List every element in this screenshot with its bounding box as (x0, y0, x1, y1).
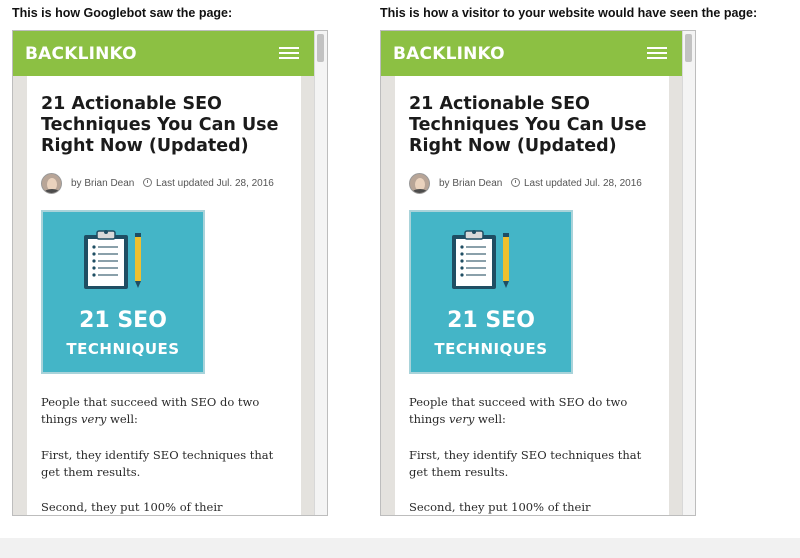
article-title: 21 Actionable SEO Techniques You Can Use… (41, 94, 279, 156)
body-paragraph: First, they identify SEO techniques that… (41, 448, 274, 479)
emphasis-text: very (81, 412, 107, 426)
body-paragraph: Second, they put 100% of their resources… (409, 500, 591, 514)
scrollbar-thumb[interactable] (317, 34, 324, 62)
clipboard-icon (84, 230, 141, 289)
body-paragraph: People that succeed with SEO do two thin… (41, 395, 260, 426)
author-avatar (409, 173, 430, 194)
author-name[interactable]: by Brian Dean (439, 178, 502, 189)
clock-icon (143, 178, 152, 187)
site-logo[interactable]: BACKLINKO (25, 44, 137, 64)
author-avatar (41, 173, 62, 194)
hero-image: 21 SEO TECHNIQUES (409, 210, 573, 374)
article: 21 Actionable SEO Techniques You Can Use… (395, 76, 669, 515)
bottom-band (0, 538, 800, 558)
mobile-preview-frame: BACKLINKO 21 Actionable SEO Techniques Y… (12, 30, 328, 516)
panel-caption: This is how a visitor to your website wo… (380, 6, 758, 20)
article: 21 Actionable SEO Techniques You Can Use… (27, 76, 301, 515)
hamburger-menu-icon[interactable] (279, 47, 299, 61)
hero-image: 21 SEO TECHNIQUES (41, 210, 205, 374)
body-paragraph: Second, they put 100% of their resources… (41, 500, 223, 514)
mobile-preview-frame: BACKLINKO 21 Actionable SEO Techniques Y… (380, 30, 696, 516)
article-title: 21 Actionable SEO Techniques You Can Use… (409, 94, 647, 156)
byline: by Brian Dean Last updated Jul. 28, 2016 (41, 173, 301, 195)
body-paragraph: People that succeed with SEO do two thin… (409, 395, 628, 426)
author-name[interactable]: by Brian Dean (71, 178, 134, 189)
byline: by Brian Dean Last updated Jul. 28, 2016 (409, 173, 669, 195)
hero-subheading: TECHNIQUES (434, 340, 548, 358)
visitor-view-panel: This is how a visitor to your website wo… (380, 0, 757, 520)
last-updated: Last updated Jul. 28, 2016 (156, 178, 274, 189)
clipboard-icon (452, 230, 509, 289)
emphasis-text: very (449, 412, 475, 426)
scrollbar[interactable] (314, 31, 327, 515)
hero-heading: 21 SEO (447, 308, 535, 333)
site-header: BACKLINKO (381, 31, 683, 76)
scrollbar[interactable] (682, 31, 695, 515)
body-paragraph: First, they identify SEO techniques that… (409, 448, 642, 479)
last-updated: Last updated Jul. 28, 2016 (524, 178, 642, 189)
clock-icon (511, 178, 520, 187)
scrollbar-thumb[interactable] (685, 34, 692, 62)
hamburger-menu-icon[interactable] (647, 47, 667, 61)
googlebot-view-panel: This is how Googlebot saw the page: BACK… (12, 0, 332, 520)
panel-caption: This is how Googlebot saw the page: (12, 6, 233, 20)
hero-heading: 21 SEO (79, 308, 167, 333)
site-logo[interactable]: BACKLINKO (393, 44, 505, 64)
site-header: BACKLINKO (13, 31, 315, 76)
hero-subheading: TECHNIQUES (66, 340, 180, 358)
